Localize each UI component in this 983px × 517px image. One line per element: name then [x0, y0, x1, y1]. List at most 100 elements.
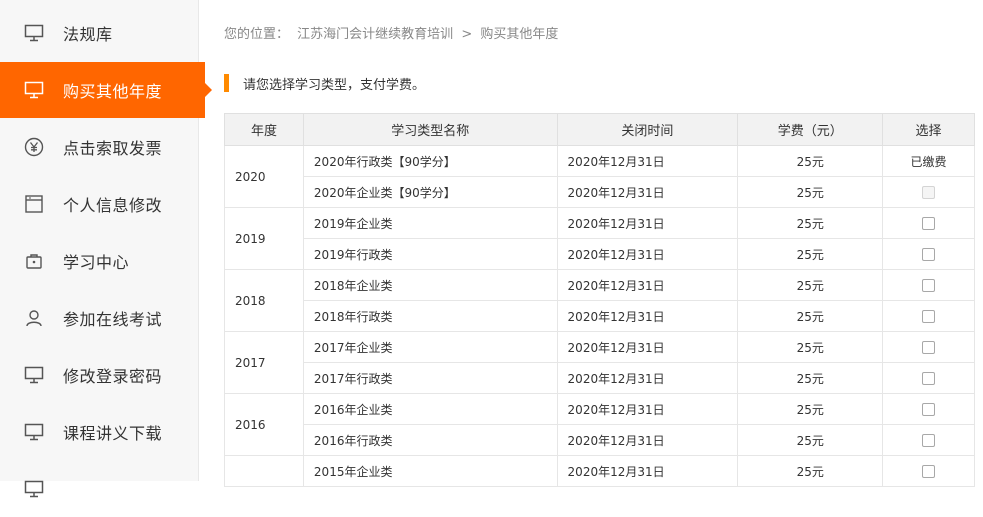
sidebar-item-label: 购买其他年度	[63, 82, 163, 101]
sidebar-item-0[interactable]: 法规库	[0, 5, 198, 61]
cell-year: 2016	[224, 393, 304, 456]
cell-year: 2017	[224, 331, 304, 394]
yen-icon	[24, 137, 44, 157]
notice-accent-bar	[224, 74, 229, 92]
cell-year: 2020	[224, 145, 304, 208]
sidebar-item-label: 点击索取发票	[63, 139, 163, 158]
cell-type-name: 2017年行政类	[302, 362, 558, 394]
select-checkbox[interactable]	[922, 403, 936, 416]
cell-type-name: 2020年企业类【90学分】	[302, 176, 558, 208]
cell-close-time: 2020年12月31日	[556, 269, 739, 301]
cell-fee: 25元	[737, 393, 884, 425]
cell-close-time: 2020年12月31日	[556, 300, 739, 332]
monitor-icon	[24, 80, 44, 100]
cell-close-time: 2020年12月31日	[556, 424, 739, 456]
sidebar-item-5[interactable]: 参加在线考试	[0, 290, 198, 346]
sidebar-item-partial[interactable]	[0, 461, 198, 517]
select-checkbox[interactable]	[922, 279, 936, 292]
cell-fee: 25元	[737, 176, 884, 208]
cell-fee: 25元	[737, 455, 884, 487]
cell-fee: 25元	[737, 300, 884, 332]
table-row: 2019 2019年企业类 2020年12月31日 25元	[224, 207, 975, 270]
cell-close-time: 2020年12月31日	[556, 455, 739, 487]
cell-type-name: 2017年企业类	[302, 331, 558, 363]
cell-select	[882, 455, 975, 487]
cell-select	[882, 424, 975, 456]
monitor-icon	[24, 23, 44, 43]
cell-select	[882, 238, 975, 270]
table-row: 2018 2018年企业类 2020年12月31日 25元	[224, 269, 975, 332]
breadcrumb-prefix: 您的位置：	[224, 27, 290, 42]
cell-close-time: 2020年12月31日	[556, 176, 739, 208]
select-checkbox[interactable]	[922, 465, 936, 478]
monitor-icon	[24, 479, 44, 499]
table-row: 2020 2020年行政类【90学分】 2020年12月31日 25元 已缴费	[224, 145, 975, 208]
notice-text: 请您选择学习类型，支付学费。	[243, 77, 426, 93]
sidebar-item-label: 参加在线考试	[63, 310, 163, 329]
select-checkbox	[922, 186, 936, 199]
cell-fee: 25元	[737, 207, 884, 239]
cell-close-time: 2020年12月31日	[556, 145, 739, 177]
cell-year: 2018	[224, 269, 304, 332]
breadcrumb-separator: >	[461, 27, 473, 42]
briefcase-icon	[24, 251, 44, 271]
select-checkbox[interactable]	[922, 248, 936, 261]
sidebar-item-label: 课程讲义下载	[63, 424, 163, 443]
header-close-time: 关闭时间	[556, 113, 739, 146]
sidebar-item-6[interactable]: 修改登录密码	[0, 347, 198, 403]
table-row: 2017 2017年企业类 2020年12月31日 25元	[224, 331, 975, 394]
window-icon	[24, 194, 44, 214]
paid-status: 已缴费	[910, 154, 947, 169]
cell-select	[882, 176, 975, 208]
select-checkbox[interactable]	[922, 310, 936, 323]
cell-type-name: 2018年行政类	[302, 300, 558, 332]
header-fee: 学费（元）	[737, 113, 884, 146]
sidebar-item-label: 学习中心	[63, 253, 130, 272]
cell-select	[882, 207, 975, 239]
cell-select	[882, 300, 975, 332]
table-row: 2019年行政类 2020年12月31日 25元	[225, 238, 975, 270]
monitor-icon	[24, 422, 44, 442]
select-checkbox[interactable]	[922, 372, 936, 385]
cell-close-time: 2020年12月31日	[556, 331, 739, 363]
select-checkbox[interactable]	[922, 217, 936, 230]
sidebar: 法规库购买其他年度 点击索取发票 个人信息修改 学习中心参加在线考试修改登录密码课程讲…	[0, 0, 212, 498]
select-checkbox[interactable]	[922, 434, 936, 447]
table-row: 2020年企业类【90学分】 2020年12月31日 25元	[225, 176, 975, 208]
cell-close-time: 2020年12月31日	[556, 238, 739, 270]
cell-fee: 25元	[737, 331, 884, 363]
cell-fee: 25元	[737, 145, 884, 177]
sidebar-item-2[interactable]: 点击索取发票	[0, 119, 198, 175]
cell-close-time: 2020年12月31日	[556, 362, 739, 394]
cell-select	[882, 393, 975, 425]
cell-type-name: 2018年企业类	[302, 269, 558, 301]
cell-type-name: 2019年企业类	[302, 207, 558, 239]
breadcrumb: 您的位置： 江苏海门会计继续教育培训 > 购买其他年度	[224, 23, 562, 42]
cell-fee: 25元	[737, 362, 884, 394]
sidebar-item-3[interactable]: 个人信息修改	[0, 176, 198, 232]
cell-type-name: 2016年行政类	[302, 424, 558, 456]
cell-close-time: 2020年12月31日	[556, 393, 739, 425]
sidebar-item-label: 法规库	[63, 25, 113, 44]
cell-select: 已缴费	[882, 145, 975, 177]
sidebar-item-1[interactable]: 购买其他年度	[0, 62, 212, 118]
table-row: 2016 2016年企业类 2020年12月31日 25元	[224, 393, 975, 456]
table-row: 2017年行政类 2020年12月31日 25元	[225, 362, 975, 394]
sidebar-item-7[interactable]: 课程讲义下载	[0, 404, 198, 460]
header-year: 年度	[224, 113, 304, 146]
sidebar-item-label: 个人信息修改	[63, 196, 163, 215]
cell-select	[882, 269, 975, 301]
sidebar-item-4[interactable]: 学习中心	[0, 233, 198, 289]
table-row: 2015年企业类 2020年12月31日 25元	[224, 455, 975, 487]
breadcrumb-site-link[interactable]: 江苏海门会计继续教育培训	[297, 27, 453, 42]
cell-select	[882, 362, 975, 394]
table-row: 2018年行政类 2020年12月31日 25元	[225, 300, 975, 332]
cell-select	[882, 331, 975, 363]
cell-type-name: 2015年企业类	[302, 455, 558, 487]
select-checkbox[interactable]	[922, 341, 936, 354]
monitor-icon	[24, 365, 44, 385]
header-select: 选择	[882, 113, 975, 146]
table-header-row: 年度 学习类型名称 关闭时间 学费（元） 选择	[224, 113, 975, 146]
cell-close-time: 2020年12月31日	[556, 207, 739, 239]
notice: 请您选择学习类型，支付学费。	[224, 74, 426, 93]
